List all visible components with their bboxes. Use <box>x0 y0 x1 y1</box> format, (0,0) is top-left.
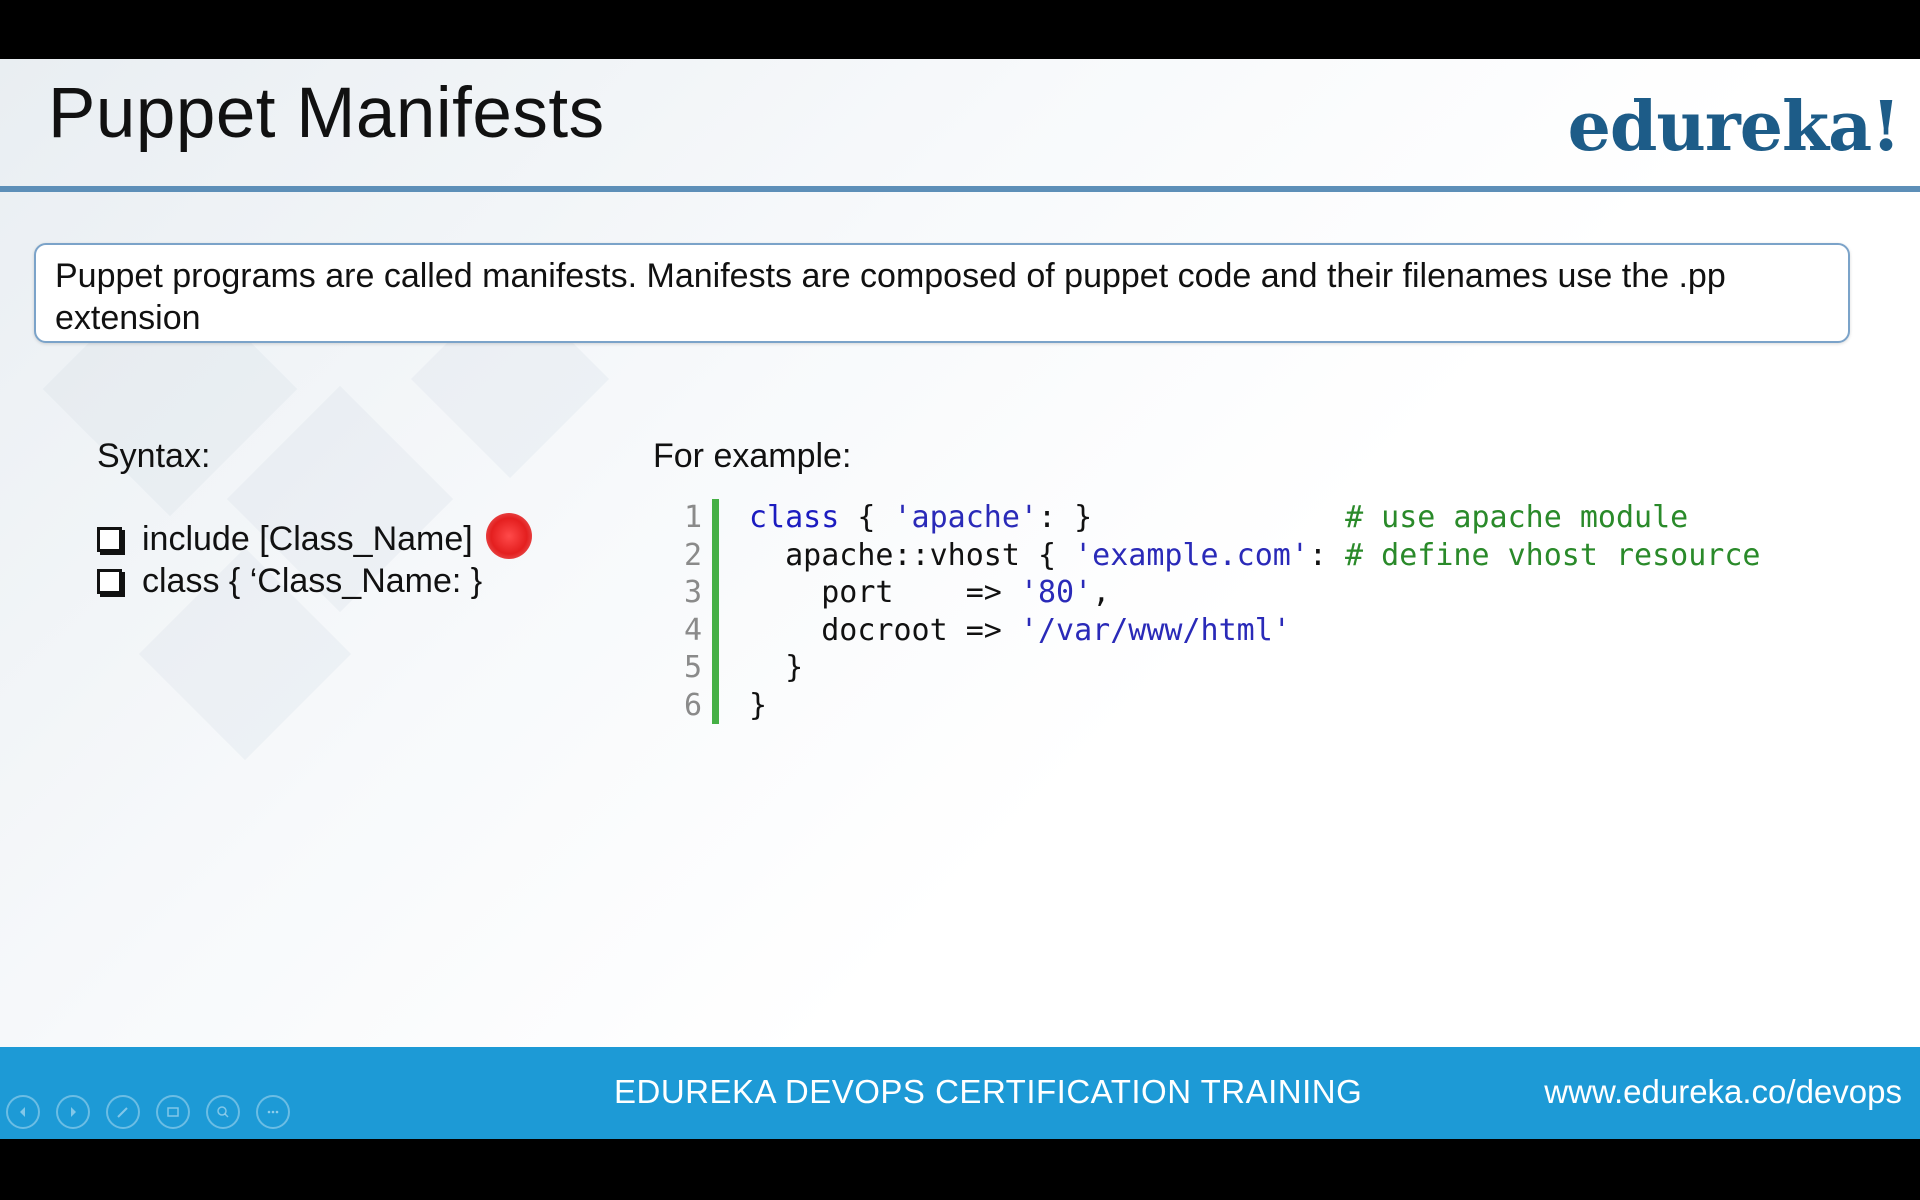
code-text: : } <box>1038 500 1093 535</box>
syntax-item: class { ‘Class_Name: } <box>97 560 482 602</box>
syntax-heading: Syntax: <box>97 437 211 475</box>
code-gutter-bar <box>712 499 719 537</box>
slide-footer: EDUREKA DEVOPS CERTIFICATION TRAINING ww… <box>0 1047 1920 1139</box>
line-number: 6 <box>683 687 702 723</box>
checkbox-bullet-icon <box>97 526 122 552</box>
code-keyword: class <box>749 500 840 535</box>
code-text: apache::vhost { <box>785 537 1075 573</box>
example-heading: For example: <box>653 437 852 475</box>
checkbox-bullet-icon <box>97 568 122 594</box>
code-gutter-bar <box>712 649 719 687</box>
code-text: : <box>1308 537 1346 573</box>
code-gutter-bar <box>712 686 719 724</box>
code-string: 'apache' <box>893 500 1039 535</box>
code-line: 5 } <box>670 649 1760 687</box>
previous-icon[interactable] <box>6 1095 40 1129</box>
code-line: 6 } <box>670 686 1760 724</box>
syntax-item-text: include [Class_Name] <box>142 520 473 558</box>
definition-text: Puppet programs are called manifests. Ma… <box>55 257 1726 337</box>
definition-box: Puppet programs are called manifests. Ma… <box>34 243 1850 343</box>
syntax-item: include [Class_Name] <box>97 518 482 560</box>
footer-url[interactable]: www.edureka.co/devops <box>1544 1073 1902 1111</box>
slides-icon[interactable] <box>156 1095 190 1129</box>
code-string: 'example.com' <box>1074 537 1309 573</box>
code-comment: # use apache module <box>1345 500 1689 535</box>
line-number: 2 <box>683 537 702 573</box>
code-line: 1 class { 'apache' : } # use apache modu… <box>670 499 1760 537</box>
code-text: } <box>749 687 768 723</box>
edureka-logo: edureka! <box>1567 87 1901 167</box>
syntax-item-text: class { ‘Class_Name: } <box>142 562 483 600</box>
line-number: 1 <box>683 500 702 535</box>
code-text: , <box>1092 575 1111 610</box>
slideshow-controls <box>6 1095 290 1129</box>
code-text: { <box>839 500 894 535</box>
code-example: 1 class { 'apache' : } # use apache modu… <box>670 499 1760 724</box>
code-spacing <box>1092 499 1345 537</box>
line-number: 3 <box>683 575 702 610</box>
code-string: '80' <box>1019 575 1093 610</box>
code-comment: # define vhost resource <box>1345 537 1761 573</box>
code-text: } <box>749 650 804 685</box>
title-divider <box>0 186 1920 192</box>
code-gutter-bar <box>712 536 719 574</box>
code-string: '/var/www/html' <box>1019 612 1291 648</box>
slide-title: Puppet Manifests <box>48 74 605 153</box>
code-line: 2 apache::vhost { 'example.com' : # defi… <box>670 536 1761 575</box>
code-line: 4 docroot => '/var/www/html' <box>670 611 1760 650</box>
syntax-list: include [Class_Name] class { ‘Class_Name… <box>97 518 482 602</box>
line-number: 4 <box>683 612 702 648</box>
zoom-icon[interactable] <box>206 1095 240 1129</box>
presentation-slide: Puppet Manifests edureka! Puppet program… <box>0 59 1920 1139</box>
more-icon[interactable] <box>256 1095 290 1129</box>
code-text: port => <box>821 575 1020 610</box>
pen-icon[interactable] <box>106 1095 140 1129</box>
code-gutter-bar <box>712 574 719 612</box>
code-gutter-bar <box>712 611 719 649</box>
footer-title: EDUREKA DEVOPS CERTIFICATION TRAINING <box>614 1073 1363 1110</box>
next-icon[interactable] <box>56 1095 90 1129</box>
laser-pointer-icon <box>486 513 532 559</box>
line-number: 5 <box>683 650 702 685</box>
code-line: 3 port => '80' , <box>670 574 1760 612</box>
code-text: docroot => <box>821 612 1020 648</box>
